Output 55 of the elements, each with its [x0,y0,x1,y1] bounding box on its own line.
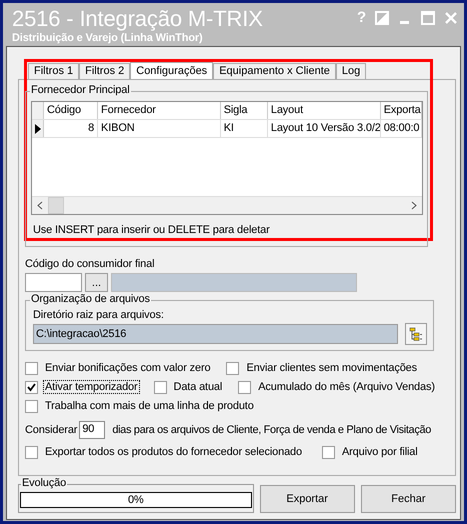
tab[interactable]: Configurações [130,62,214,79]
checkbox[interactable] [25,380,38,394]
checkbox-label[interactable]: Enviar clientes sem movimentações [244,361,419,375]
restore-icon[interactable] [375,10,389,24]
checkbox-label[interactable]: Data atual [172,380,224,394]
field-label: dias para os arquivos de Cliente, Força de venda e Plano de Visitação [112,424,432,436]
checkbox-label[interactable]: Exportar todos os produtos do fornecedor selecionado [43,445,304,459]
checkbox[interactable] [25,400,38,412]
lookup-button[interactable]: ... [85,273,108,292]
close-icon[interactable] [444,10,458,24]
scrollbar-thumb[interactable] [48,197,64,214]
checkbox[interactable] [226,362,240,374]
tab[interactable]: Equipamento x Cliente [213,63,336,79]
days-field[interactable]: 90 [79,421,106,439]
checkbox-label[interactable]: Enviar bonificações com valor zero [43,361,212,375]
window-title: 2516 - Integração M-TRIX [12,7,264,31]
checkbox[interactable] [25,446,38,458]
window-subtitle: Distribuição e Varejo (Linha WinThor) [12,32,204,44]
directory-field[interactable]: C:\integracao\2516 [33,324,398,344]
group-title: Organização de arquivos [30,293,151,305]
hint-text: Use INSERT para inserir ou DELETE para deletar [33,224,271,236]
field-label: Diretório raiz para arquivos: [33,309,165,321]
checkbox[interactable] [25,362,38,374]
maximize-icon[interactable] [421,10,435,24]
checkbox-label[interactable]: Ativar temporizador [43,380,140,394]
input-field[interactable] [25,273,82,292]
tab[interactable]: Filtros 2 [79,63,130,79]
column-header[interactable]: Sigla [220,102,268,119]
checkbox-label[interactable]: Arquivo por filial [340,445,420,459]
description-field[interactable] [111,273,357,292]
browse-button[interactable] [405,323,427,345]
table-cell: 8 [44,120,98,137]
progress-reading: 0% [128,494,144,506]
checkbox-label[interactable]: Acumulado do mês (Arquivo Vendas) [256,380,437,394]
action-button[interactable]: Exportar [260,485,355,513]
column-header[interactable]: Exporta [380,102,422,119]
group-title: Fornecedor Principal [30,84,130,96]
tab[interactable]: Filtros 1 [28,63,80,79]
table-cell: KIBON [98,120,221,137]
checkbox[interactable] [154,380,167,394]
group-title: Evolução [21,477,68,489]
field-label: Código do consumidor final [25,258,156,270]
horizontal-scrollbar[interactable] [32,196,422,214]
checkbox-label[interactable]: Trabalha com mais de uma linha de produto [43,399,256,413]
scroll-left-icon[interactable] [37,201,43,210]
checkbox[interactable] [238,380,252,394]
table-cell: KI [220,120,268,137]
check-icon [27,382,36,392]
tab[interactable]: Log [336,63,366,79]
action-button[interactable]: Fechar [360,485,456,513]
scroll-right-icon[interactable] [411,201,417,210]
field-label: Considerar [25,424,78,436]
checkbox[interactable] [322,446,335,458]
folder-tree-icon [409,327,423,341]
table-cell: 08:00:0 [380,120,422,137]
